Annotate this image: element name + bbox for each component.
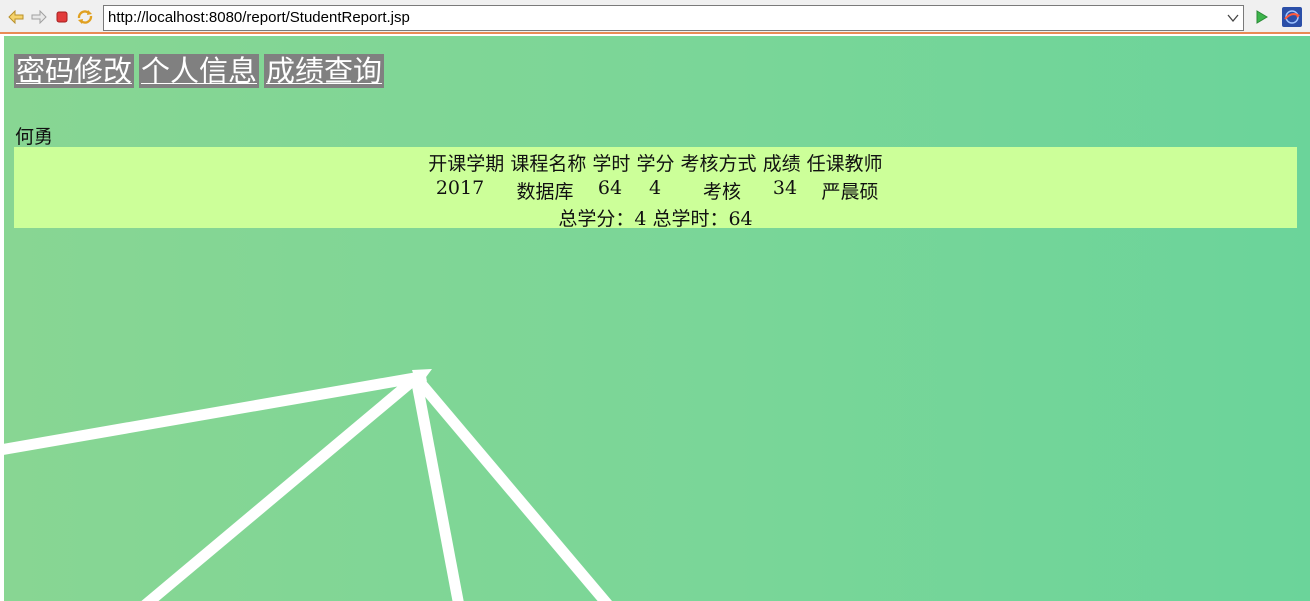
header-hours: 学时 <box>592 153 631 175</box>
chevron-down-icon[interactable] <box>1227 12 1239 24</box>
cell-credits: 4 <box>648 177 662 199</box>
refresh-icon[interactable] <box>76 8 94 26</box>
grade-report-table: 开课学期 课程名称 学时 学分 考核方式 成绩 任课教师 2017 数据库 64… <box>14 147 1297 230</box>
address-bar-url: http://localhost:8080/report/StudentRepo… <box>108 9 410 26</box>
nav-password-change-link[interactable]: 密码修改 <box>14 54 135 88</box>
cell-hours: 64 <box>597 177 623 199</box>
forward-arrow-icon[interactable] <box>30 8 48 26</box>
cell-course-name: 数据库 <box>516 181 574 203</box>
page-content: 密码修改 个人信息 成绩查询 何勇 开课学期 课程名称 学时 学分 考核方式 成… <box>4 36 1310 601</box>
table-summary-row: 总学分：4 总学时：64 <box>558 208 753 230</box>
cell-exam-type: 考核 <box>702 181 742 203</box>
main-nav: 密码修改 个人信息 成绩查询 <box>14 54 385 88</box>
back-arrow-icon[interactable] <box>7 8 25 26</box>
stop-icon[interactable] <box>53 8 71 26</box>
header-course-name: 课程名称 <box>510 153 587 175</box>
address-bar[interactable]: http://localhost:8080/report/StudentRepo… <box>103 5 1244 31</box>
browser-logo-icon[interactable] <box>1282 7 1302 27</box>
go-arrow-icon[interactable] <box>1252 8 1270 26</box>
header-exam-type: 考核方式 <box>680 153 757 175</box>
header-term: 开课学期 <box>428 153 505 175</box>
cell-teacher: 严晨硕 <box>821 181 879 203</box>
cell-term: 2017 <box>435 177 485 199</box>
table-header-row: 开课学期 课程名称 学时 学分 考核方式 成绩 任课教师 <box>14 149 1297 175</box>
header-teacher: 任课教师 <box>806 153 883 175</box>
header-credits: 学分 <box>636 153 675 175</box>
header-score: 成绩 <box>762 153 801 175</box>
decorative-background-lines <box>4 369 612 601</box>
cell-score: 34 <box>772 177 798 199</box>
browser-window: http://localhost:8080/report/StudentRepo… <box>0 0 1310 601</box>
nav-grade-query-link[interactable]: 成绩查询 <box>264 54 385 88</box>
nav-personal-info-link[interactable]: 个人信息 <box>139 54 260 88</box>
browser-toolbar: http://localhost:8080/report/StudentRepo… <box>0 0 1310 34</box>
student-name: 何勇 <box>15 126 54 148</box>
table-row: 2017 数据库 64 4 考核 34 严晨硕 <box>14 177 1297 203</box>
